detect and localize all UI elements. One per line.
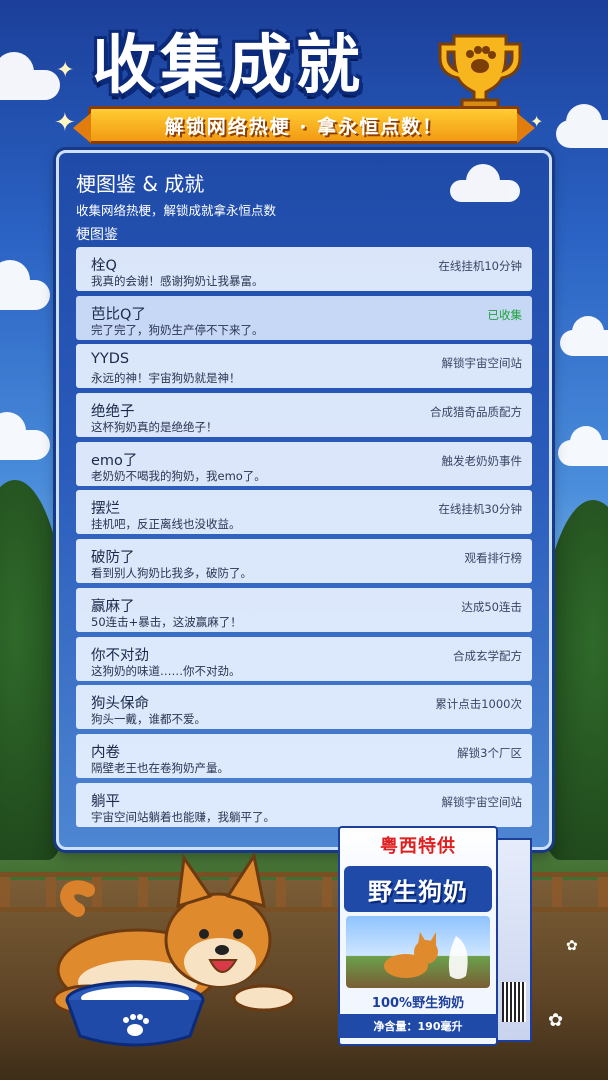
page-title: 收集成就: [92, 29, 364, 103]
unlock-condition: 合成玄学配方: [453, 648, 522, 663]
subtitle-ribbon: 解锁网络热梗 · 拿永恒点数！: [73, 106, 535, 144]
unlock-condition: 在线挂机10分钟: [438, 259, 522, 273]
panel-title: 梗图鉴 & 成就: [76, 172, 205, 196]
meme-name: 躺平: [91, 793, 120, 810]
barcode: [502, 982, 526, 1022]
meme-item[interactable]: 躺平 宇宙空间站躺着也能赚，我躺平了。 解锁宇宙空间站: [76, 782, 532, 827]
unlock-condition: 累计点击1000次: [435, 697, 522, 712]
carton-dog-icon: [384, 932, 468, 979]
milk-label: 野生狗奶: [344, 866, 492, 912]
meme-name: 狗头保命: [91, 696, 149, 713]
meme-item[interactable]: 绝绝子 这杯狗奶真的是绝绝子！ 合成猎奇品质配方: [76, 393, 532, 438]
meme-name: 你不对劲: [91, 647, 149, 664]
meme-item[interactable]: 芭比Q了 完了完了，狗奶生产停不下来了。 已收集: [76, 295, 532, 340]
meme-item[interactable]: 狗头保命 狗头一戴，谁都不爱。 累计点击1000次: [76, 685, 532, 730]
milk-name: 野生狗奶: [368, 877, 468, 906]
milk-brand-strip: 粤西特供: [338, 826, 498, 864]
meme-description: 完了完了，狗奶生产停不下来了。: [91, 322, 264, 337]
unlock-condition: 合成猎奇品质配方: [430, 405, 522, 420]
cloud-decoration: [0, 260, 50, 310]
meme-description: 这狗奶的味道……你不对劲。: [91, 663, 241, 678]
meme-description: 永远的神！宇宙狗奶就是神！: [91, 371, 241, 386]
flower-decoration: ✿: [566, 938, 578, 954]
meme-name: 赢麻了: [91, 598, 135, 615]
meme-item[interactable]: 栓Q 我真的会谢！感谢狗奶让我暴富。 在线挂机10分钟: [76, 247, 532, 291]
meme-description: 这杯狗奶真的是绝绝子！: [91, 420, 218, 435]
milk-brand: 粤西特供: [380, 836, 456, 857]
meme-name: 绝绝子: [91, 404, 135, 421]
meme-description: 挂机吧，反正离线也没收益。: [91, 517, 241, 532]
unlock-condition: 达成50连击: [461, 599, 522, 614]
meme-description: 狗头一戴，谁都不爱。: [91, 712, 206, 727]
milk-percent-label: 100%野生狗奶: [371, 996, 465, 1011]
unlock-condition: 触发老奶奶事件: [441, 453, 523, 468]
meme-name: 摆烂: [91, 501, 120, 518]
meme-name: 芭比Q了: [91, 306, 146, 323]
flower-decoration: ✿: [548, 1010, 564, 1031]
meme-name: 栓Q: [91, 258, 117, 274]
meme-item[interactable]: 破防了 看到别人狗奶比我多，破防了。 观看排行榜: [76, 539, 532, 584]
milk-bowl: [65, 980, 205, 1047]
meme-description: 隔壁老王也在卷狗奶产量。: [91, 760, 229, 775]
meme-description: 我真的会谢！感谢狗奶让我暴富。: [91, 274, 264, 288]
cloud-decoration: [560, 316, 608, 356]
meme-name: 破防了: [91, 550, 135, 567]
cloud-decoration: [558, 426, 608, 466]
cloud-decoration: [0, 412, 50, 460]
section-label: 梗图鉴: [76, 227, 118, 243]
meme-name: YYDS: [91, 351, 130, 368]
meme-description: 50连击+暴击，这波赢麻了！: [91, 614, 242, 629]
cloud-decoration: [450, 164, 520, 202]
meme-item[interactable]: 赢麻了 50连击+暴击，这波赢麻了！ 达成50连击: [76, 587, 532, 632]
meme-item[interactable]: YYDS 永远的神！宇宙狗奶就是神！ 解锁宇宙空间站: [76, 344, 532, 389]
header: 收集成就 解锁网络热梗 · 拿永恒点数！: [0, 18, 608, 148]
meme-item[interactable]: emo了 老奶奶不喝我的狗奶，我emo了。 触发老奶奶事件: [76, 441, 532, 486]
meme-item[interactable]: 你不对劲 这狗奶的味道……你不对劲。 合成玄学配方: [76, 636, 532, 681]
panel-subtitle: 收集网络热梗，解锁成就拿永恒点数: [76, 203, 277, 218]
meme-name: 内卷: [91, 744, 120, 761]
subtitle-text: 解锁网络热梗 · 拿永恒点数！: [164, 115, 444, 138]
meme-description: 看到别人狗奶比我多，破防了。: [91, 566, 252, 581]
milk-volume: 净含量：190毫升: [373, 1020, 463, 1033]
milk-volume-strip: 净含量：190毫升: [338, 1014, 498, 1038]
meme-item[interactable]: 摆烂 挂机吧，反正离线也没收益。 在线挂机30分钟: [76, 490, 532, 535]
unlock-condition: 解锁宇宙空间站: [441, 794, 523, 809]
meme-list[interactable]: 栓Q 我真的会谢！感谢狗奶让我暴富。 在线挂机10分钟芭比Q了 完了完了，狗奶生产停不…: [76, 247, 532, 837]
collected-badge: 已收集: [487, 307, 523, 322]
unlock-condition: 解锁3个厂区: [457, 745, 522, 760]
meme-name: emo了: [91, 452, 138, 469]
unlock-condition: 在线挂机30分钟: [438, 502, 522, 517]
unlock-condition: 解锁宇宙空间站: [441, 356, 523, 371]
milk-carton-picture: [346, 916, 490, 988]
meme-description: 宇宙空间站躺着也能赚，我躺平了。: [91, 809, 275, 824]
meme-item[interactable]: 内卷 隔壁老王也在卷狗奶产量。 解锁3个厂区: [76, 733, 532, 778]
meme-description: 老奶奶不喝我的狗奶，我emo了。: [91, 468, 266, 483]
unlock-condition: 观看排行榜: [464, 551, 523, 566]
trophy-icon: [438, 34, 522, 112]
